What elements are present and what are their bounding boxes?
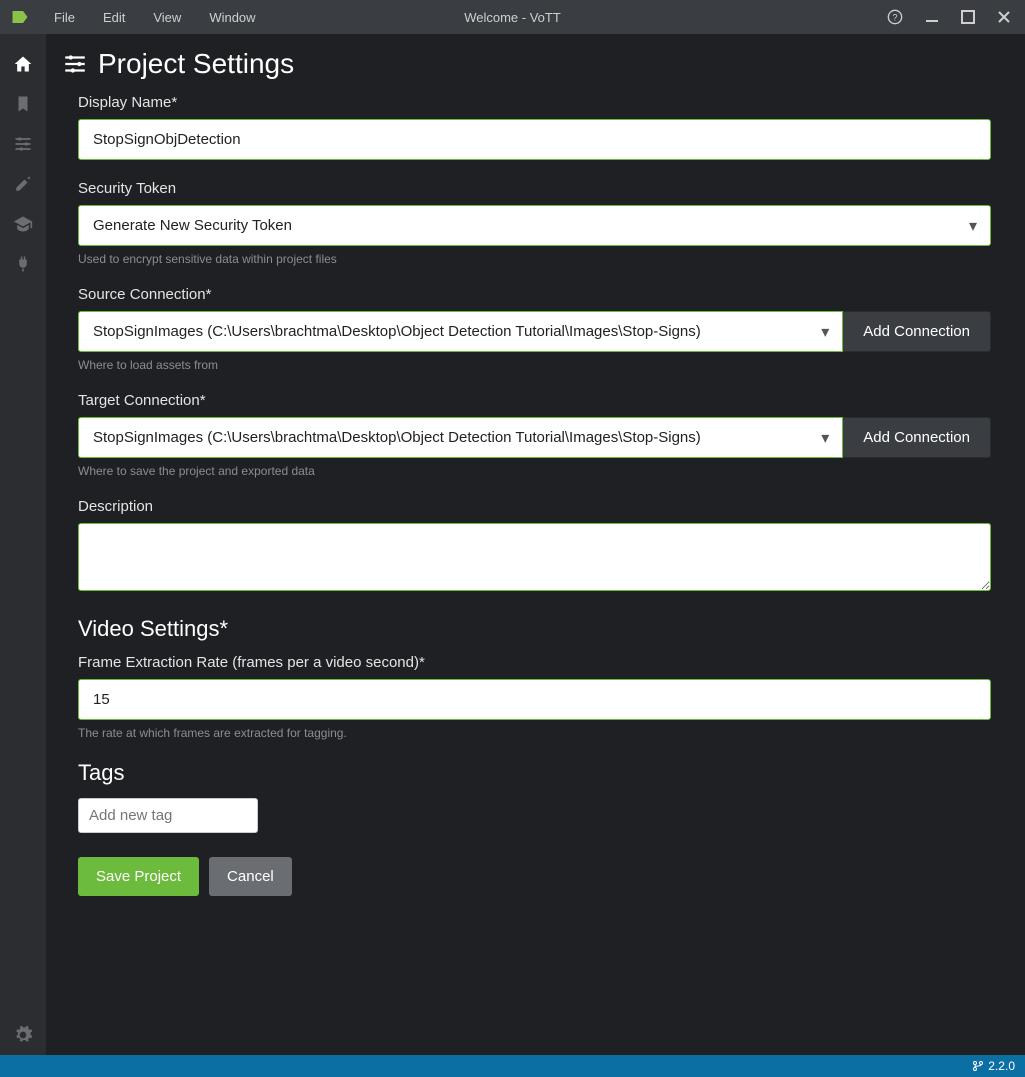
target-connection-select[interactable]: StopSignImages (C:\Users\brachtma\Deskto…: [78, 417, 843, 458]
menu-edit[interactable]: Edit: [89, 6, 139, 29]
display-name-input[interactable]: [78, 119, 991, 160]
home-icon: [13, 54, 33, 74]
menu-view[interactable]: View: [139, 6, 195, 29]
target-connection-label: Target Connection*: [78, 392, 991, 409]
sidebar-item-settings[interactable]: [0, 1015, 46, 1055]
maximize-icon[interactable]: [959, 8, 977, 26]
graduation-cap-icon: [13, 214, 33, 234]
page-title: Project Settings: [98, 48, 294, 80]
frame-rate-input[interactable]: [78, 679, 991, 720]
svg-text:?: ?: [892, 12, 897, 22]
add-tag-input[interactable]: [78, 798, 258, 833]
minimize-icon[interactable]: [923, 8, 941, 26]
close-icon[interactable]: [995, 8, 1013, 26]
titlebar: File Edit View Window Welcome - VoTT ?: [0, 0, 1025, 34]
add-target-connection-button[interactable]: Add Connection: [843, 417, 991, 458]
source-connection-hint: Where to load assets from: [78, 358, 991, 372]
sidebar-item-train[interactable]: [0, 204, 46, 244]
menubar: File Edit View Window: [40, 6, 270, 29]
display-name-label: Display Name*: [78, 94, 991, 111]
security-token-label: Security Token: [78, 180, 991, 197]
sidebar-item-bookmark[interactable]: [0, 84, 46, 124]
sliders-icon: [13, 134, 33, 154]
bookmark-icon: [14, 95, 32, 113]
menu-window[interactable]: Window: [195, 6, 269, 29]
plug-icon: [14, 255, 32, 273]
add-source-connection-button[interactable]: Add Connection: [843, 311, 991, 352]
help-icon[interactable]: ?: [887, 9, 903, 25]
main-content: Project Settings Display Name* Security …: [46, 34, 1025, 1055]
description-textarea[interactable]: [78, 523, 991, 591]
edit-icon: [14, 175, 32, 193]
sidebar-item-sliders[interactable]: [0, 124, 46, 164]
window-controls: [923, 8, 1013, 26]
frame-rate-hint: The rate at which frames are extracted f…: [78, 726, 991, 740]
tags-heading: Tags: [78, 760, 991, 786]
window-title: Welcome - VoTT: [464, 10, 561, 25]
app-logo-icon: [10, 7, 30, 27]
statusbar: 2.2.0: [0, 1055, 1025, 1077]
sidebar-item-connections[interactable]: [0, 244, 46, 284]
frame-rate-label: Frame Extraction Rate (frames per a vide…: [78, 654, 991, 671]
source-connection-select[interactable]: StopSignImages (C:\Users\brachtma\Deskto…: [78, 311, 843, 352]
gear-icon: [13, 1025, 33, 1045]
version-label: 2.2.0: [988, 1059, 1015, 1073]
cancel-button[interactable]: Cancel: [209, 857, 292, 896]
description-label: Description: [78, 498, 991, 515]
save-project-button[interactable]: Save Project: [78, 857, 199, 896]
security-token-select[interactable]: Generate New Security Token: [78, 205, 991, 246]
target-connection-hint: Where to save the project and exported d…: [78, 464, 991, 478]
sidebar-item-home[interactable]: [0, 44, 46, 84]
sidebar: [0, 34, 46, 1055]
source-connection-label: Source Connection*: [78, 286, 991, 303]
sidebar-item-edit[interactable]: [0, 164, 46, 204]
security-token-hint: Used to encrypt sensitive data within pr…: [78, 252, 991, 266]
menu-file[interactable]: File: [40, 6, 89, 29]
settings-sliders-icon: [62, 51, 88, 77]
branch-icon: [972, 1060, 984, 1072]
video-settings-heading: Video Settings*: [78, 616, 991, 642]
